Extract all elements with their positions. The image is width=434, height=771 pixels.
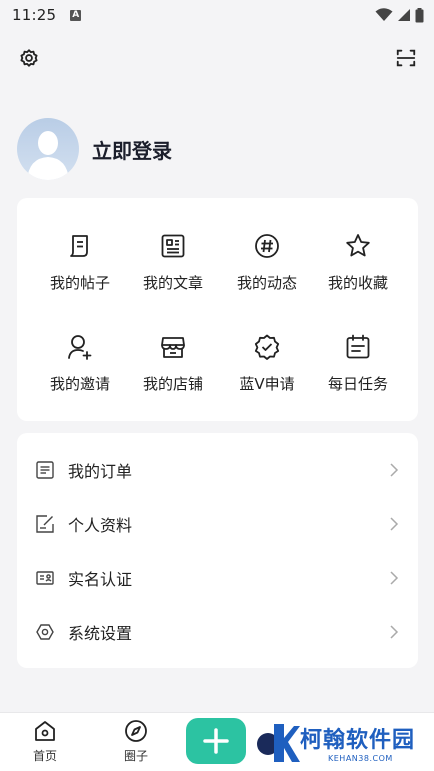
edit-profile-icon xyxy=(36,515,54,533)
grid-item-my-store[interactable]: 我的店铺 xyxy=(123,333,223,423)
status-bar: 11:25 A xyxy=(0,0,434,30)
settings-menu: 我的订单 个人资料 实名认证 系统设置 xyxy=(17,433,418,668)
nav-item-home[interactable]: 首页 xyxy=(15,719,75,764)
grid-item-my-favorites[interactable]: 我的收藏 xyxy=(308,232,408,322)
menu-item-label: 实名认证 xyxy=(68,570,133,589)
grid-item-label: 我的店铺 xyxy=(142,375,203,393)
grid-item-my-articles[interactable]: 我的文章 xyxy=(123,232,223,322)
chevron-right-icon xyxy=(390,571,399,585)
menu-item-my-orders[interactable]: 我的订单 xyxy=(17,443,418,497)
signal-icon xyxy=(398,9,410,21)
id-card-icon xyxy=(36,571,54,585)
default-avatar-icon xyxy=(27,131,69,180)
grid-item-label: 蓝V申请 xyxy=(239,375,295,393)
nav-item-circle[interactable]: 圈子 xyxy=(106,719,166,764)
menu-item-system-settings[interactable]: 系统设置 xyxy=(17,605,418,659)
wifi-icon xyxy=(375,8,393,21)
grid-item-my-posts[interactable]: 我的帖子 xyxy=(30,232,130,322)
notification-icon: A xyxy=(70,9,82,21)
grid-item-blue-v-apply[interactable]: 蓝V申请 xyxy=(217,333,317,423)
hashtag-icon xyxy=(255,234,279,258)
status-time: 11:25 xyxy=(12,6,57,24)
chevron-right-icon xyxy=(390,517,399,531)
settings-button[interactable] xyxy=(17,46,41,70)
menu-item-label: 个人资料 xyxy=(68,516,133,535)
watermark-domain: KEHAN38.COM xyxy=(328,754,393,763)
publish-button[interactable] xyxy=(186,718,246,764)
profile-section[interactable]: 立即登录 xyxy=(17,118,172,180)
grid-item-label: 每日任务 xyxy=(327,375,388,393)
invite-user-icon xyxy=(68,335,92,360)
article-icon xyxy=(161,234,185,258)
menu-item-label: 系统设置 xyxy=(68,624,133,643)
grid-item-daily-tasks[interactable]: 每日任务 xyxy=(308,333,408,423)
login-link[interactable]: 立即登录 xyxy=(92,135,172,164)
menu-item-personal-info[interactable]: 个人资料 xyxy=(17,497,418,551)
watermark: 柯翰软件园 KEHAN38.COM xyxy=(256,718,430,770)
grid-item-label: 我的文章 xyxy=(142,274,203,292)
menu-item-real-name-verification[interactable]: 实名认证 xyxy=(17,551,418,605)
hexagon-settings-icon xyxy=(36,624,54,640)
plus-icon xyxy=(203,728,229,754)
nav-label: 圈子 xyxy=(123,749,148,763)
grid-item-label: 我的收藏 xyxy=(327,274,388,292)
chevron-right-icon xyxy=(390,463,399,477)
gear-icon xyxy=(20,49,38,67)
grid-item-label: 我的帖子 xyxy=(49,274,110,292)
grid-item-my-invites[interactable]: 我的邀请 xyxy=(30,333,130,423)
avatar[interactable] xyxy=(17,118,79,180)
calendar-task-icon xyxy=(346,334,370,359)
compass-icon xyxy=(125,720,147,742)
star-icon xyxy=(346,234,370,257)
shortcut-grid: 我的帖子 我的文章 我的动态 我的收藏 我的邀请 我的店铺 蓝V申请 每日任务 xyxy=(17,198,418,421)
store-icon xyxy=(161,337,185,358)
scan-icon xyxy=(396,49,416,67)
grid-item-label: 我的邀请 xyxy=(49,375,110,393)
grid-item-my-feed[interactable]: 我的动态 xyxy=(217,232,317,322)
scan-button[interactable] xyxy=(394,46,418,70)
post-icon xyxy=(70,235,88,257)
watermark-brand: 柯翰软件园 xyxy=(300,728,416,753)
order-list-icon xyxy=(36,461,54,479)
home-icon xyxy=(35,721,55,741)
chevron-right-icon xyxy=(390,625,399,639)
menu-item-label: 我的订单 xyxy=(68,462,133,481)
battery-icon xyxy=(415,7,424,22)
status-indicators xyxy=(375,7,424,23)
grid-item-label: 我的动态 xyxy=(236,274,297,292)
watermark-logo-icon xyxy=(257,724,300,762)
verified-badge-icon xyxy=(254,334,280,360)
nav-label: 首页 xyxy=(32,749,57,763)
